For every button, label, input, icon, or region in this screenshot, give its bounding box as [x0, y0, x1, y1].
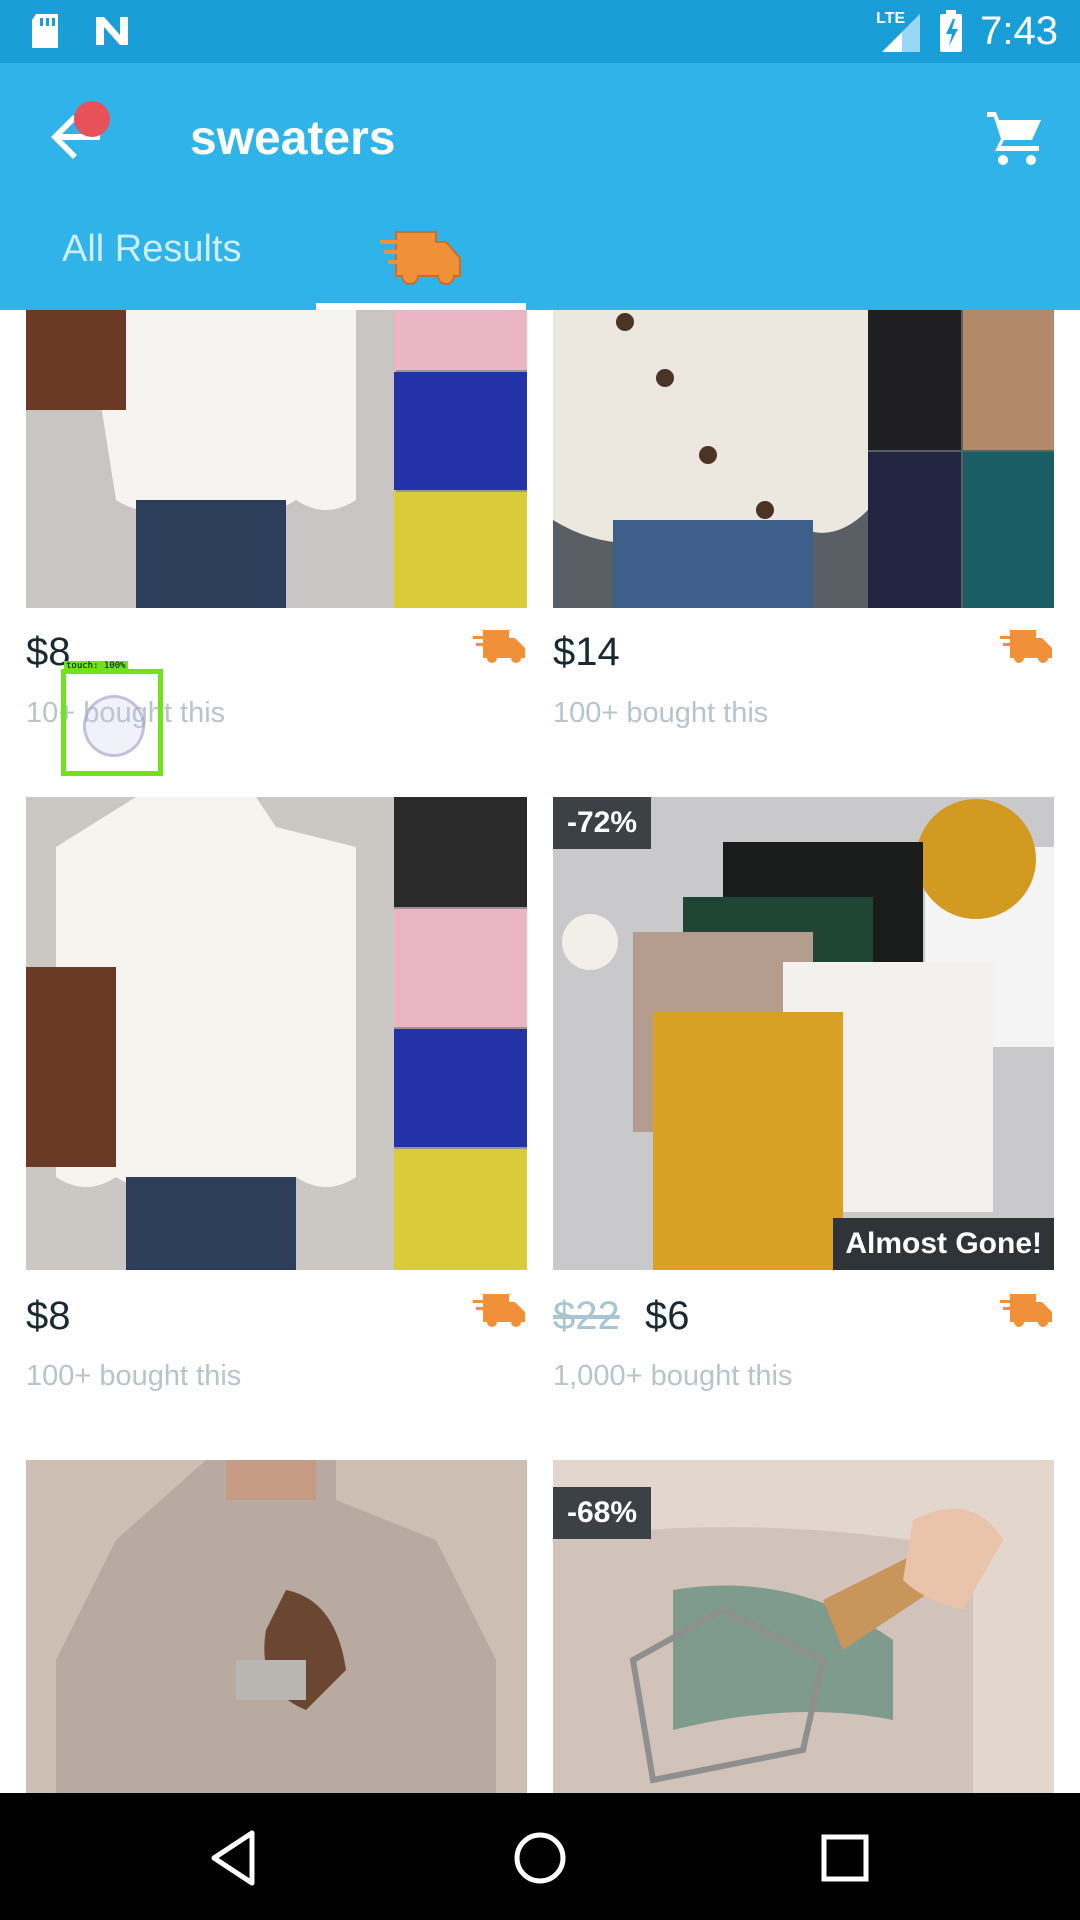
fast-shipping-icon: [473, 1294, 525, 1327]
product-image[interactable]: [26, 310, 527, 608]
product-card[interactable]: $8 100+ bought this: [26, 797, 527, 1397]
fast-shipping-tab-icon[interactable]: [378, 218, 468, 288]
recents-square-icon[interactable]: [810, 1823, 880, 1893]
product-image[interactable]: [26, 797, 527, 1270]
bought-count: 1,000+ bought this: [553, 1360, 793, 1392]
notification-dot: [74, 101, 110, 137]
touch-point: [83, 695, 145, 757]
page-title: sweaters: [190, 112, 396, 165]
shopping-cart-icon[interactable]: [985, 108, 1045, 168]
home-circle-icon[interactable]: [505, 1823, 575, 1893]
discount-badge: -68%: [553, 1487, 652, 1539]
active-tab-indicator: [316, 303, 526, 310]
back-triangle-icon[interactable]: [200, 1823, 270, 1893]
status-bar: LTE 7:43: [0, 0, 1080, 63]
clock: 7:43: [980, 8, 1058, 53]
product-image[interactable]: [26, 1460, 527, 1793]
price-row: $22 $6: [553, 1294, 1054, 1344]
battery-charging-icon: [940, 10, 963, 52]
product-card[interactable]: [26, 1460, 527, 1793]
product-price: $6: [645, 1294, 690, 1338]
almost-gone-badge: Almost Gone!: [833, 1218, 1054, 1270]
product-image[interactable]: [553, 310, 1054, 608]
price-row: $14: [553, 630, 1054, 680]
app-bar: sweaters All Results: [0, 63, 1080, 310]
original-price: $22: [553, 1294, 620, 1338]
fast-shipping-icon: [473, 630, 525, 663]
product-price: $14: [553, 630, 620, 674]
sd-card-icon: [32, 14, 58, 48]
bought-count: 100+ bought this: [553, 697, 769, 729]
discount-badge: -72%: [553, 797, 652, 849]
status-right-icons: LTE 7:43: [876, 8, 1058, 54]
tab-all-results[interactable]: All Results: [62, 228, 242, 271]
status-left-icons: [28, 12, 134, 50]
price-row: $8: [26, 1294, 527, 1344]
product-card[interactable]: $14 100+ bought this: [553, 310, 1054, 730]
signal-icon: LTE: [876, 8, 922, 54]
product-price: $8: [26, 1294, 71, 1338]
touch-indicator-label: touch: 100%: [64, 661, 128, 671]
product-card[interactable]: -72% Almost Gone! $22 $6 1,000+ bought t…: [553, 797, 1054, 1397]
fast-shipping-icon: [1000, 1294, 1052, 1327]
bought-count: 100+ bought this: [26, 1360, 242, 1392]
fast-shipping-icon: [1000, 630, 1052, 663]
product-image[interactable]: -72% Almost Gone!: [553, 797, 1054, 1270]
product-card[interactable]: -68%: [553, 1460, 1054, 1793]
product-image[interactable]: -68%: [553, 1460, 1054, 1793]
system-nav-bar: [0, 1793, 1080, 1920]
n-notification-icon: [96, 17, 128, 45]
